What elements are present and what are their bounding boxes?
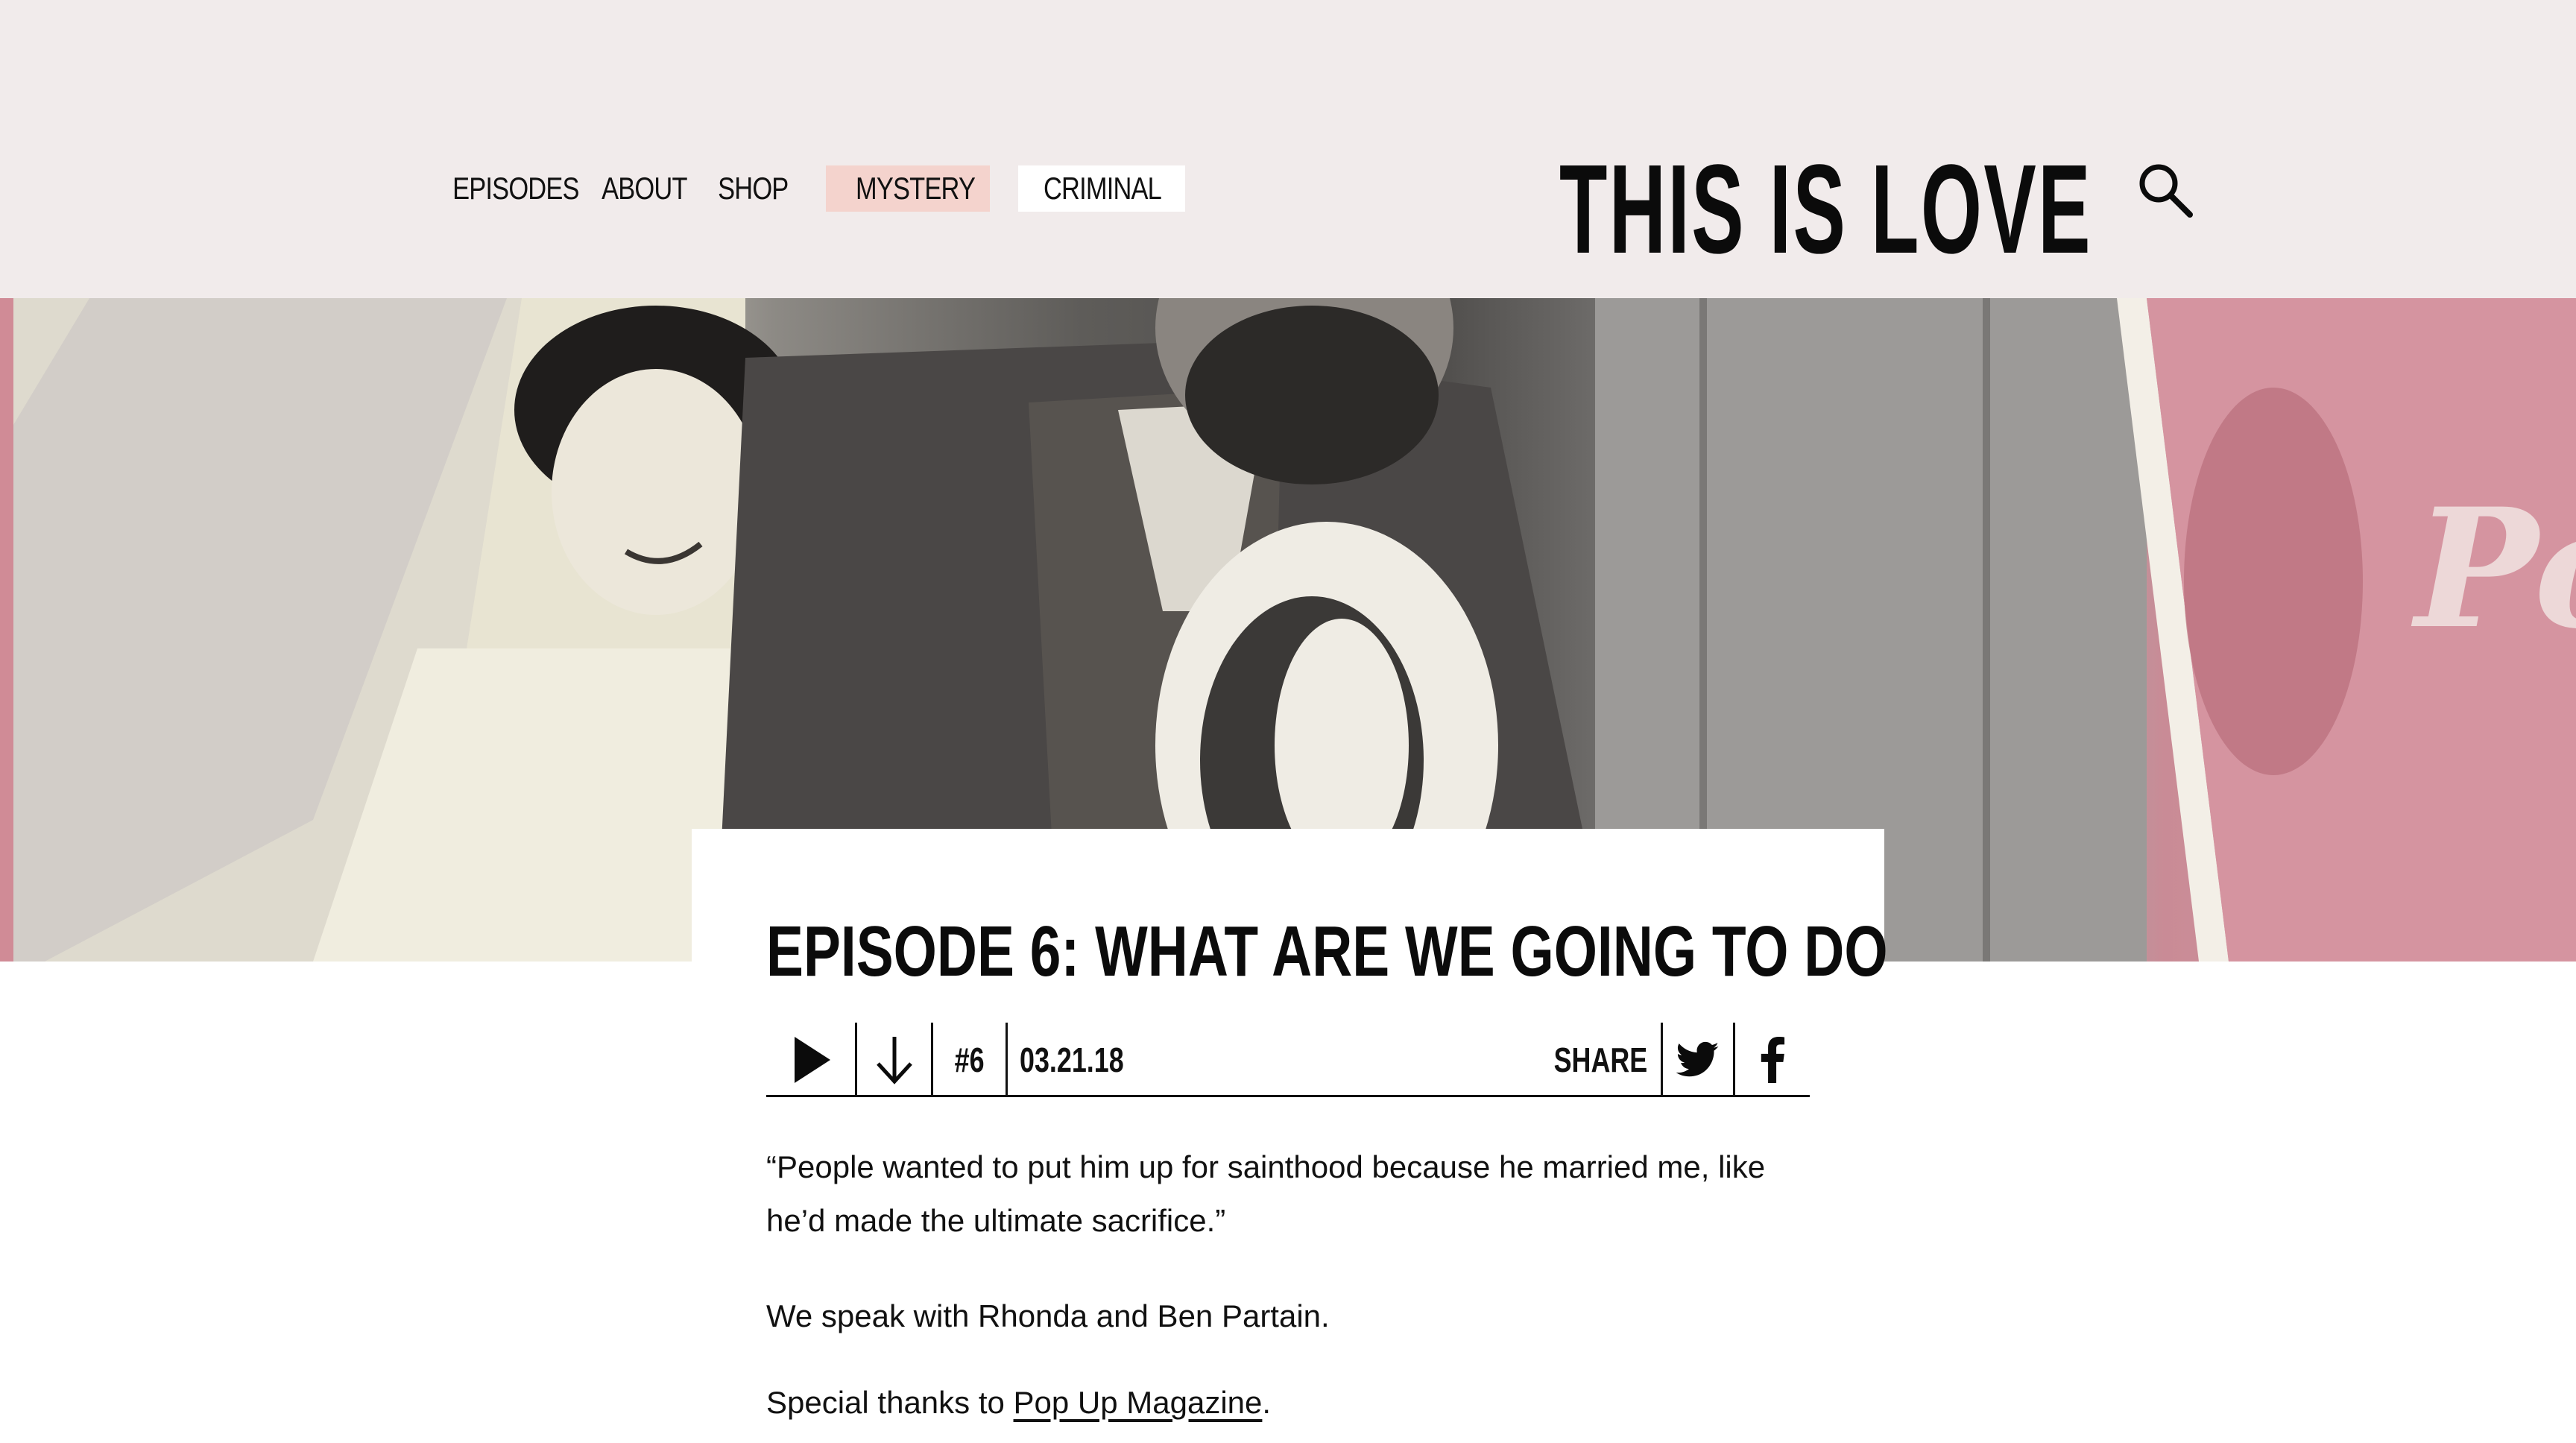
- nav-item-criminal-label: CRIMINAL: [1044, 171, 1162, 206]
- episode-meta-bar: #6 03.21.18 SHARE: [766, 1023, 1810, 1097]
- share-label: SHARE: [1553, 1041, 1648, 1079]
- pop-up-magazine-link[interactable]: Pop Up Magazine: [1014, 1385, 1263, 1420]
- twitter-icon: [1676, 1041, 1720, 1077]
- episode-card: EPISODE 6: WHAT ARE WE GOING TO DO #6 03…: [692, 829, 1888, 1443]
- search-icon[interactable]: [2136, 161, 2196, 221]
- facebook-icon: [1761, 1037, 1785, 1083]
- episode-number-text: #6: [954, 1041, 985, 1079]
- play-icon: [794, 1037, 830, 1083]
- site-logo[interactable]: THIS IS LOVE: [1559, 146, 2092, 273]
- download-icon: [876, 1037, 912, 1084]
- episode-title: EPISODE 6: WHAT ARE WE GOING TO DO: [766, 912, 1888, 991]
- play-button[interactable]: [766, 1023, 857, 1097]
- facebook-share-button[interactable]: [1735, 1023, 1810, 1097]
- nav-item-mystery[interactable]: MYSTERY: [826, 165, 990, 212]
- episode-description: We speak with Rhonda and Ben Partain.: [766, 1298, 1330, 1333]
- nav-item-mystery-label: MYSTERY: [856, 171, 976, 206]
- nav-item-about[interactable]: ABOUT: [592, 165, 697, 212]
- episode-quote: “People wanted to put him up for saintho…: [766, 1149, 1766, 1238]
- special-thanks: Special thanks to Pop Up Magazine.: [766, 1376, 1825, 1430]
- episode-date-text: 03.21.18: [1020, 1041, 1124, 1079]
- special-thanks-prefix: Special thanks to: [766, 1385, 1014, 1420]
- nav-item-episodes[interactable]: EPISODES: [443, 165, 589, 212]
- nav-item-criminal[interactable]: CRIMINAL: [1018, 165, 1185, 212]
- nav-item-shop[interactable]: SHOP: [708, 165, 798, 212]
- site-header: EPISODES ABOUT SHOP MYSTERY CRIMINAL THI…: [0, 0, 2576, 298]
- twitter-share-button[interactable]: [1661, 1023, 1735, 1097]
- special-thanks-suffix: .: [1262, 1385, 1272, 1420]
- episode-number: #6: [933, 1023, 1008, 1097]
- episode-date: 03.21.18: [1008, 1023, 1153, 1097]
- download-button[interactable]: [857, 1023, 933, 1097]
- svg-text:Po: Po: [2411, 472, 2576, 665]
